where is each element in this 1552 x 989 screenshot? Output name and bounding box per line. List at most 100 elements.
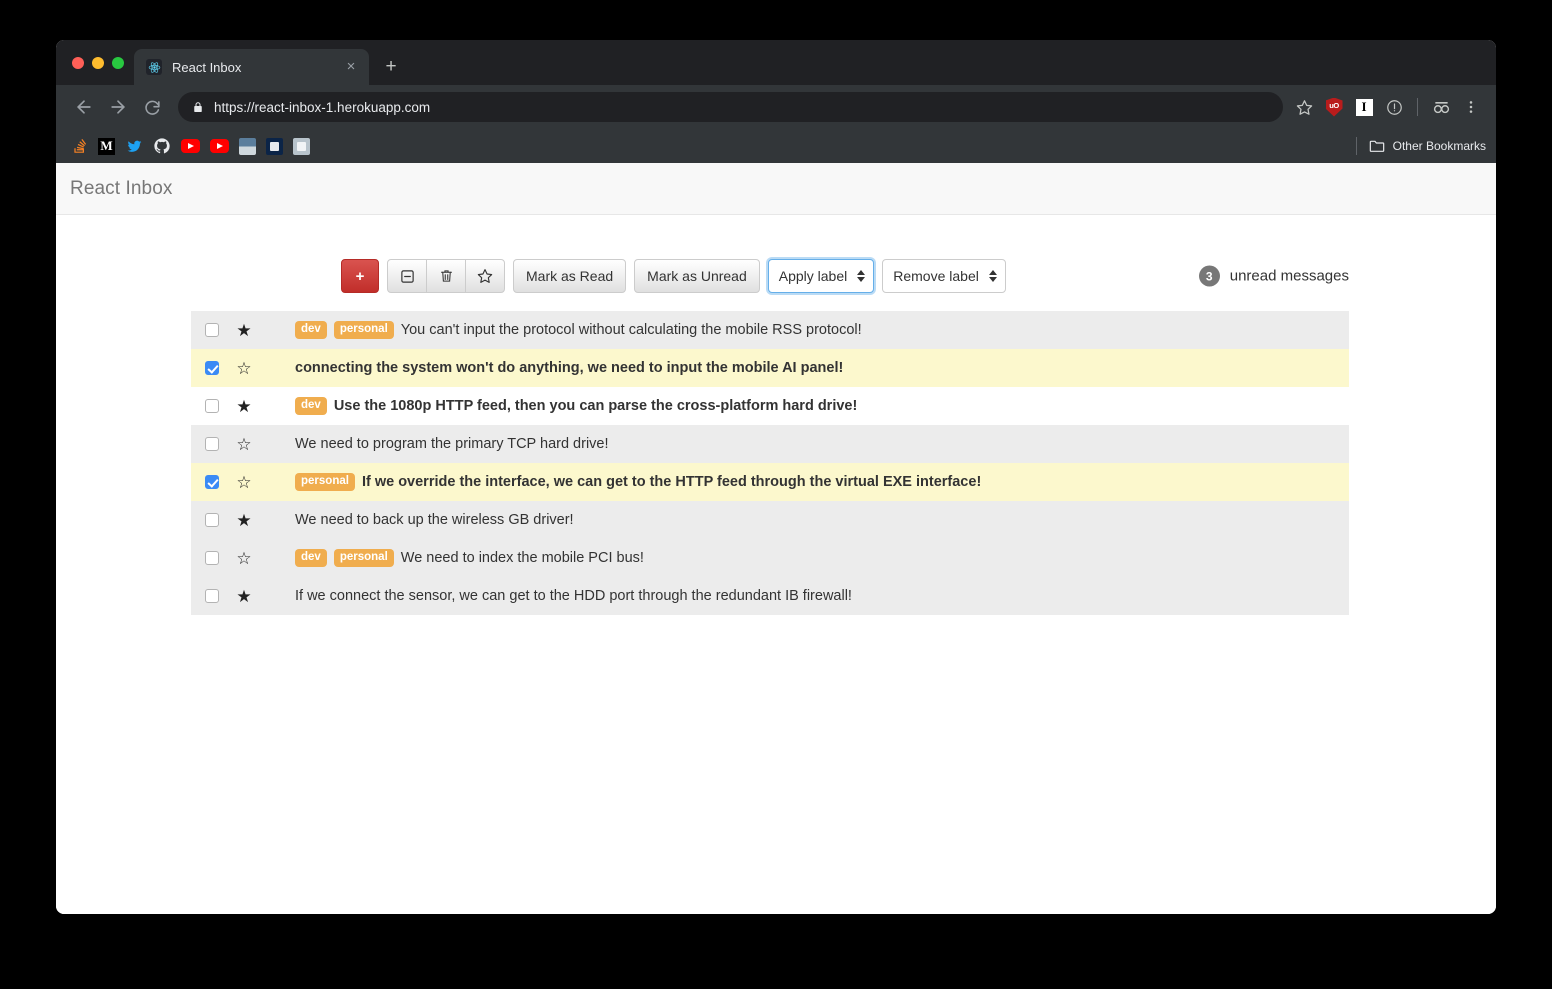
message-body: connecting the system won't do anything,… xyxy=(295,360,843,376)
message-row[interactable]: ☆ We need to program the primary TCP hard… xyxy=(191,425,1349,463)
message-row[interactable]: ☆ dev personal We need to index the mobile … xyxy=(191,539,1349,577)
extension-i-icon[interactable]: I xyxy=(1351,94,1377,120)
apply-label-select-wrap: Apply label xyxy=(767,259,875,293)
delete-button[interactable] xyxy=(426,259,466,293)
message-row[interactable]: ★ We need to back up the wireless GB driv… xyxy=(191,501,1349,539)
omnibox[interactable]: https://react-inbox-1.herokuapp.com xyxy=(178,92,1283,122)
select-all-button[interactable] xyxy=(387,259,427,293)
app-container: + Mark as Read Mark as Unread Apply labe… xyxy=(191,215,1361,615)
remove-label-select-wrap: Remove label xyxy=(882,259,1006,293)
message-checkbox[interactable] xyxy=(205,513,219,527)
bookmark-github-icon[interactable] xyxy=(153,137,171,155)
close-window-button[interactable] xyxy=(72,56,84,69)
star-button[interactable] xyxy=(465,259,505,293)
message-body: dev personal We need to index the mobile P… xyxy=(295,549,644,567)
chrome-menu-icon[interactable] xyxy=(1458,94,1484,120)
message-label-badge: personal xyxy=(333,321,394,339)
message-subject[interactable]: connecting the system won't do anything,… xyxy=(295,360,843,376)
bookmark-trello-1-icon[interactable] xyxy=(239,137,256,155)
other-bookmarks[interactable]: Other Bookmarks xyxy=(1355,137,1486,155)
page-content: React Inbox + Mark as Read Mark as Unrea… xyxy=(56,163,1496,914)
app-navbar: React Inbox xyxy=(56,163,1496,215)
ublock-origin-icon[interactable]: uO xyxy=(1321,94,1347,120)
minus-square-icon xyxy=(400,269,415,284)
star-outline-icon[interactable]: ☆ xyxy=(235,474,253,491)
message-checkbox[interactable] xyxy=(205,323,219,337)
message-subject[interactable]: Use the 1080p HTTP feed, then you can pa… xyxy=(334,398,858,414)
unread-label: unread messages xyxy=(1229,267,1349,285)
message-row[interactable]: ★ If we connect the sensor, we can get to… xyxy=(191,577,1349,615)
message-body: dev personal You can't input the protocol … xyxy=(295,321,862,339)
message-subject[interactable]: We need to back up the wireless GB drive… xyxy=(295,512,574,528)
message-row[interactable]: ★ dev Use the 1080p HTTP feed, then you ca… xyxy=(191,387,1349,425)
browser-tab[interactable]: React Inbox × xyxy=(134,49,369,85)
apply-label-select[interactable]: Apply label xyxy=(767,259,875,293)
bookmarks-bar: M Other Bookmarks xyxy=(56,129,1496,163)
close-tab-icon[interactable]: × xyxy=(343,59,359,75)
message-row[interactable]: ☆ connecting the system won't do anything… xyxy=(191,349,1349,387)
message-label-badge: dev xyxy=(295,397,327,415)
info-circle-icon[interactable] xyxy=(1381,94,1407,120)
back-arrow-icon[interactable] xyxy=(68,91,100,123)
mark-as-read-button[interactable]: Mark as Read xyxy=(513,259,627,293)
mark-as-unread-button[interactable]: Mark as Unread xyxy=(634,259,760,293)
message-checkbox[interactable] xyxy=(205,399,219,413)
star-outline-icon xyxy=(477,268,493,284)
message-subject[interactable]: You can't input the protocol without cal… xyxy=(401,322,862,338)
message-subject[interactable]: If we connect the sensor, we can get to … xyxy=(295,588,852,604)
message-label-badge: dev xyxy=(295,321,327,339)
bookmark-star-icon[interactable] xyxy=(1291,94,1317,120)
message-body: If we connect the sensor, we can get to … xyxy=(295,588,852,604)
icon-button-group xyxy=(387,259,505,293)
star-filled-icon[interactable]: ★ xyxy=(235,512,253,529)
message-subject[interactable]: We need to program the primary TCP hard … xyxy=(295,436,609,452)
bookmark-stackoverflow-icon[interactable] xyxy=(70,137,88,155)
message-row[interactable]: ★ dev personal You can't input the protocol… xyxy=(191,311,1349,349)
message-body: personal If we override the interface, we… xyxy=(295,473,981,491)
folder-icon xyxy=(1369,139,1385,153)
message-label-badge: personal xyxy=(333,549,394,567)
message-checkbox[interactable] xyxy=(205,475,219,489)
message-label-badge: personal xyxy=(295,473,355,491)
other-bookmarks-label: Other Bookmarks xyxy=(1392,139,1486,153)
bookmark-trello-3-icon[interactable] xyxy=(293,137,310,155)
star-filled-icon[interactable]: ★ xyxy=(235,322,253,339)
bookmark-twitter-icon[interactable] xyxy=(125,137,143,155)
star-outline-icon[interactable]: ☆ xyxy=(235,360,253,377)
trash-icon xyxy=(439,268,454,284)
star-filled-icon[interactable]: ★ xyxy=(235,398,253,415)
address-bar: https://react-inbox-1.herokuapp.com uO I xyxy=(56,85,1496,129)
message-checkbox[interactable] xyxy=(205,437,219,451)
lock-icon xyxy=(192,101,204,114)
traffic-lights xyxy=(68,40,134,85)
message-checkbox[interactable] xyxy=(205,589,219,603)
message-list: ★ dev personal You can't input the protocol… xyxy=(191,311,1349,615)
forward-arrow-icon[interactable] xyxy=(102,91,134,123)
message-checkbox[interactable] xyxy=(205,361,219,375)
remove-label-select[interactable]: Remove label xyxy=(882,259,1006,293)
new-tab-button[interactable]: + xyxy=(377,53,405,81)
message-body: We need to program the primary TCP hard … xyxy=(295,436,609,452)
maximize-window-button[interactable] xyxy=(112,56,124,69)
bookmark-medium-icon[interactable]: M xyxy=(98,137,115,155)
message-toolbar: + Mark as Read Mark as Unread Apply labe… xyxy=(191,257,1361,295)
page-title: React Inbox xyxy=(70,177,173,199)
url-text: https://react-inbox-1.herokuapp.com xyxy=(214,99,431,115)
message-subject[interactable]: We need to index the mobile PCI bus! xyxy=(401,550,644,566)
message-row[interactable]: ☆ personal If we override the interface, w… xyxy=(191,463,1349,501)
message-checkbox[interactable] xyxy=(205,551,219,565)
reload-icon[interactable] xyxy=(136,91,168,123)
compose-button[interactable]: + xyxy=(341,259,379,293)
react-atom-icon xyxy=(146,59,162,75)
message-subject[interactable]: If we override the interface, we can get… xyxy=(362,474,981,490)
star-filled-icon[interactable]: ★ xyxy=(235,588,253,605)
star-outline-icon[interactable]: ☆ xyxy=(235,550,253,567)
bookmark-youtube-2-icon[interactable] xyxy=(210,139,229,153)
unread-count-badge: 3 xyxy=(1198,265,1220,287)
bookmark-youtube-1-icon[interactable] xyxy=(181,139,200,153)
bookmarks-divider xyxy=(1355,137,1357,155)
minimize-window-button[interactable] xyxy=(92,56,104,69)
star-outline-icon[interactable]: ☆ xyxy=(235,436,253,453)
incognito-icon[interactable] xyxy=(1428,94,1454,120)
bookmark-trello-2-icon[interactable] xyxy=(266,137,283,155)
